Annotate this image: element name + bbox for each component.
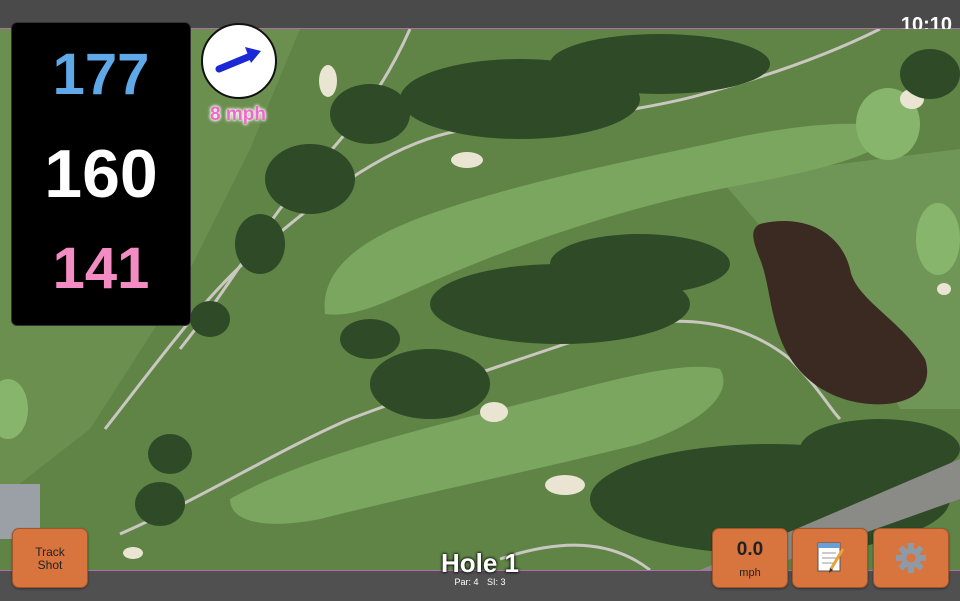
back-yardage: 177: [52, 42, 150, 107]
tree-cluster: [370, 349, 490, 419]
tree-cluster: [265, 144, 355, 214]
tree-cluster: [235, 214, 285, 274]
green-right: [916, 203, 960, 275]
notepad-icon: [817, 542, 845, 573]
bunker: [123, 547, 143, 559]
hole-info: Par: 4 SI: 3: [380, 577, 580, 587]
bunker: [319, 65, 337, 97]
tree-cluster: [550, 34, 770, 94]
wind-speed-label: 8 mph: [210, 104, 266, 125]
tree-cluster: [550, 234, 730, 294]
bunker: [545, 475, 585, 495]
gear-icon: [896, 543, 926, 573]
bunker: [451, 152, 483, 168]
track-shot-button[interactable]: Track Shot: [12, 528, 88, 588]
tree-cluster: [340, 319, 400, 359]
notes-button[interactable]: [792, 528, 868, 588]
arrow-icon: [215, 47, 261, 73]
hole-par: Par: 4: [454, 577, 479, 587]
front-yardage: 141: [52, 236, 150, 301]
settings-button[interactable]: [873, 528, 949, 588]
tree-cluster: [190, 301, 230, 337]
tree-cluster: [330, 84, 410, 144]
bunker: [937, 283, 951, 295]
hole-title[interactable]: Hole 1: [380, 548, 580, 579]
wind-direction-indicator[interactable]: [201, 23, 277, 99]
hole-stroke-index: SI: 3: [487, 577, 506, 587]
middle-yardage: 160: [44, 136, 158, 212]
tree-cluster: [135, 482, 185, 526]
wind-speed-unit: mph: [739, 567, 761, 579]
bunker: [480, 402, 508, 422]
tree-cluster: [900, 49, 960, 99]
tree-cluster: [148, 434, 192, 474]
yardage-panel: 177 160 141: [11, 22, 191, 326]
track-shot-label-line2: Shot: [37, 558, 63, 572]
wind-speed-value: 0.0: [736, 539, 764, 560]
wind-speed-button[interactable]: 0.0 mph: [712, 528, 788, 588]
